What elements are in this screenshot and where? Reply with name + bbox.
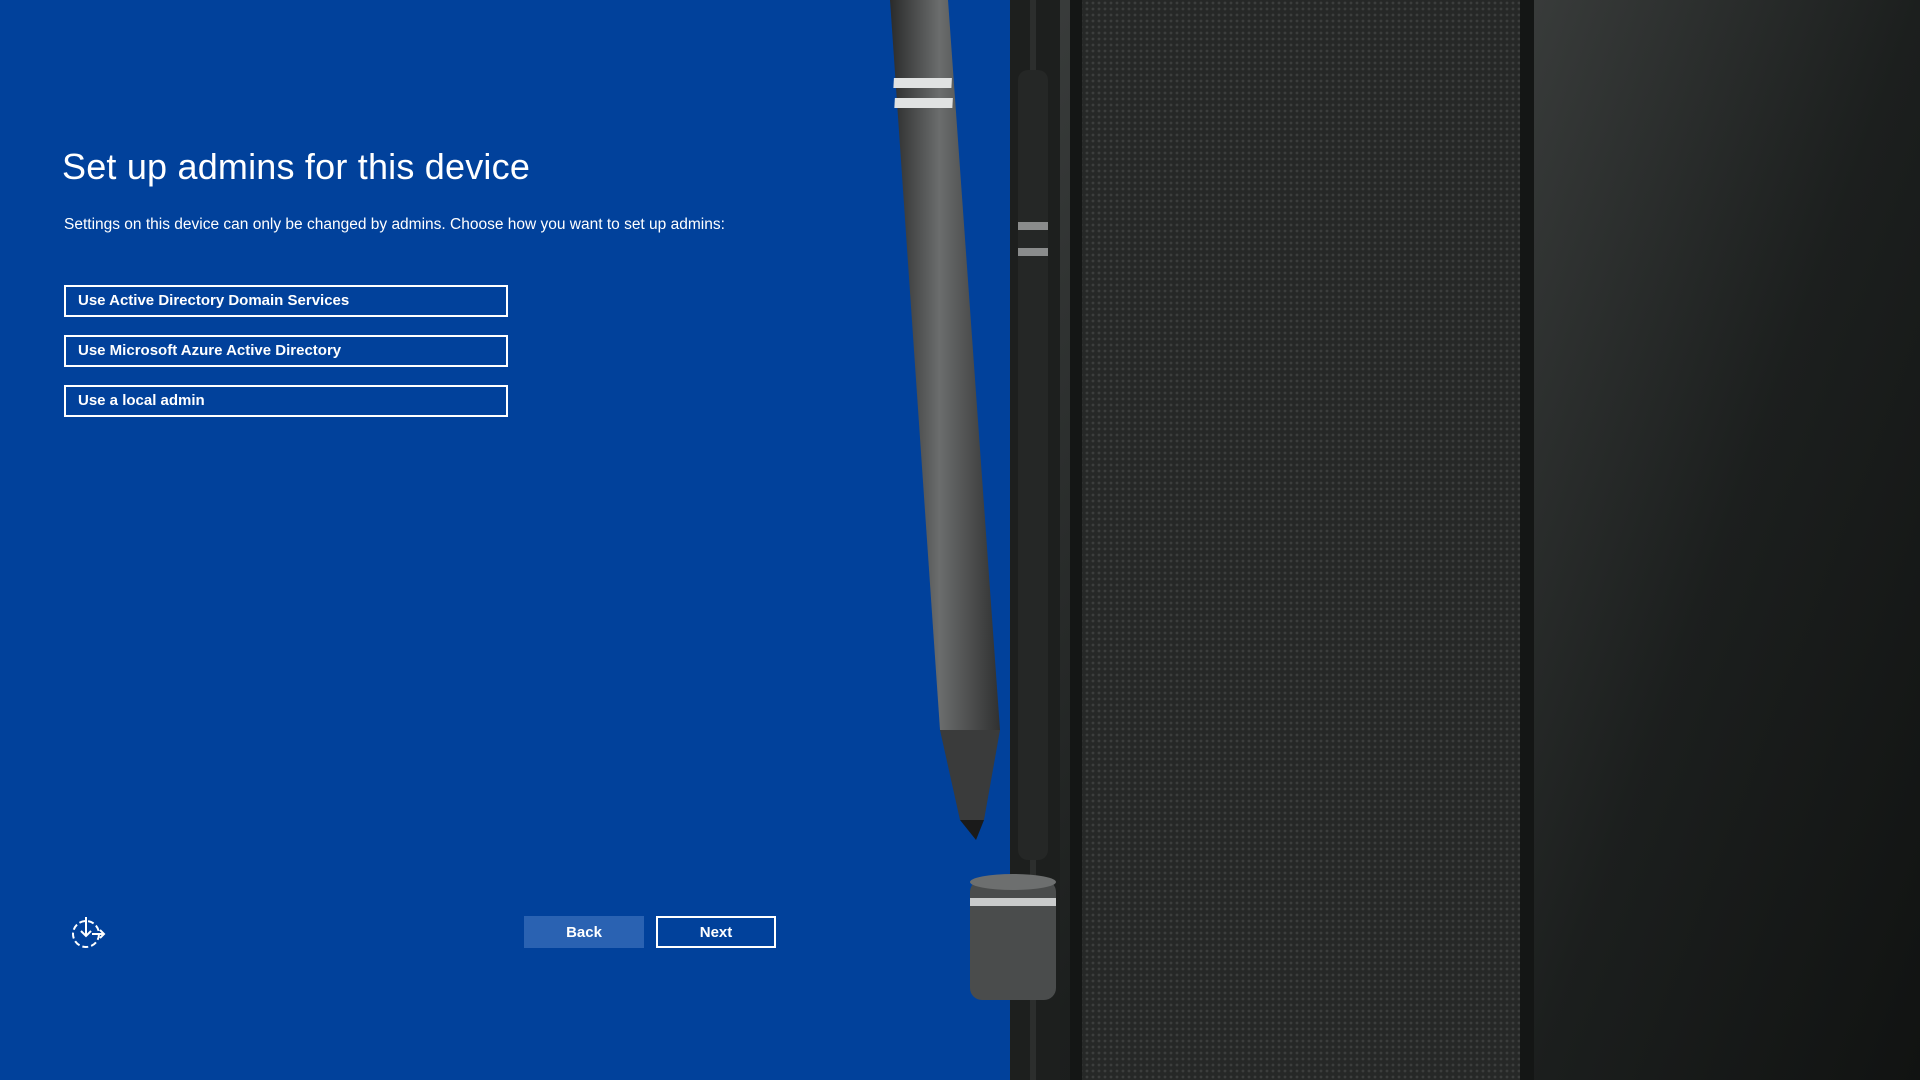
option-local-admin[interactable]: Use a local admin: [64, 385, 508, 417]
device-hero-image: [880, 0, 1920, 1080]
option-active-directory-domain-services[interactable]: Use Active Directory Domain Services: [64, 285, 508, 317]
back-button[interactable]: Back: [524, 916, 644, 948]
page-subtitle: Settings on this device can only be chan…: [64, 216, 725, 233]
option-azure-active-directory[interactable]: Use Microsoft Azure Active Directory: [64, 335, 508, 367]
setup-panel: Set up admins for this device Settings o…: [0, 0, 1010, 1080]
oobe-screen: Set up admins for this device Settings o…: [0, 0, 1920, 1080]
admin-option-list: Use Active Directory Domain Services Use…: [64, 285, 508, 435]
page-title: Set up admins for this device: [62, 146, 531, 187]
next-button[interactable]: Next: [656, 916, 776, 948]
ease-of-access-icon[interactable]: [68, 915, 106, 953]
